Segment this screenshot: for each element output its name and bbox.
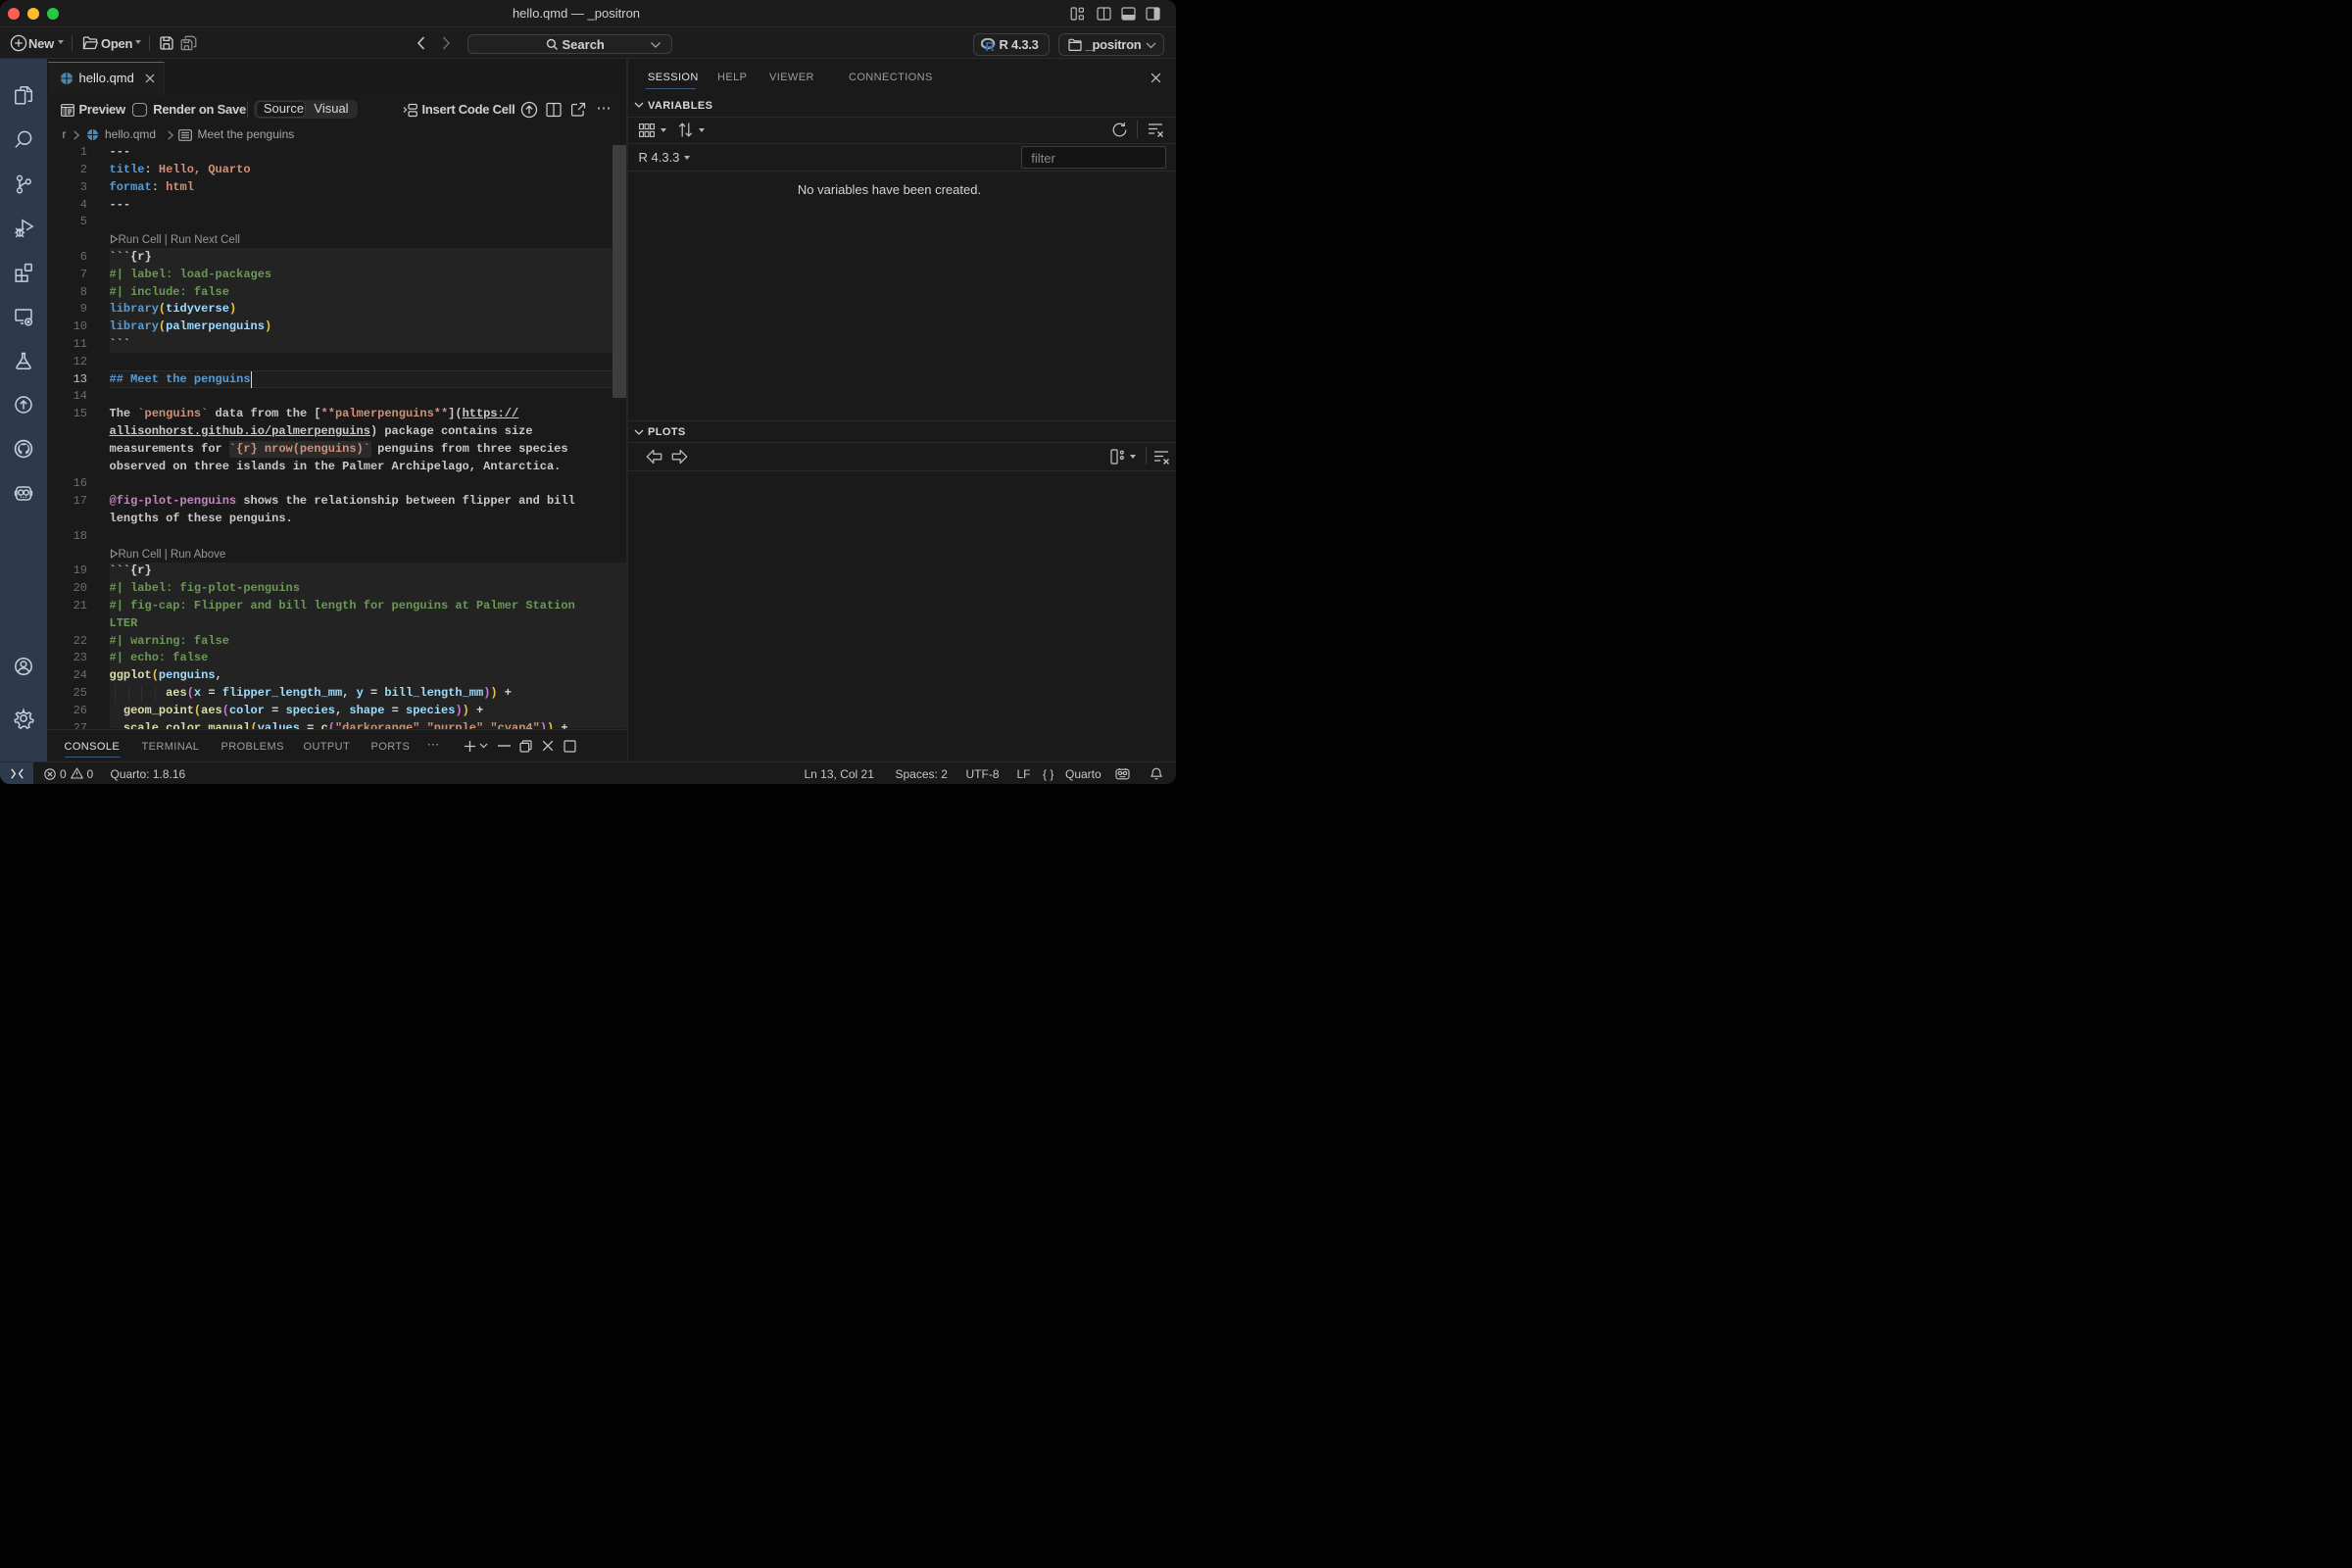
svg-text:R: R: [985, 40, 994, 52]
